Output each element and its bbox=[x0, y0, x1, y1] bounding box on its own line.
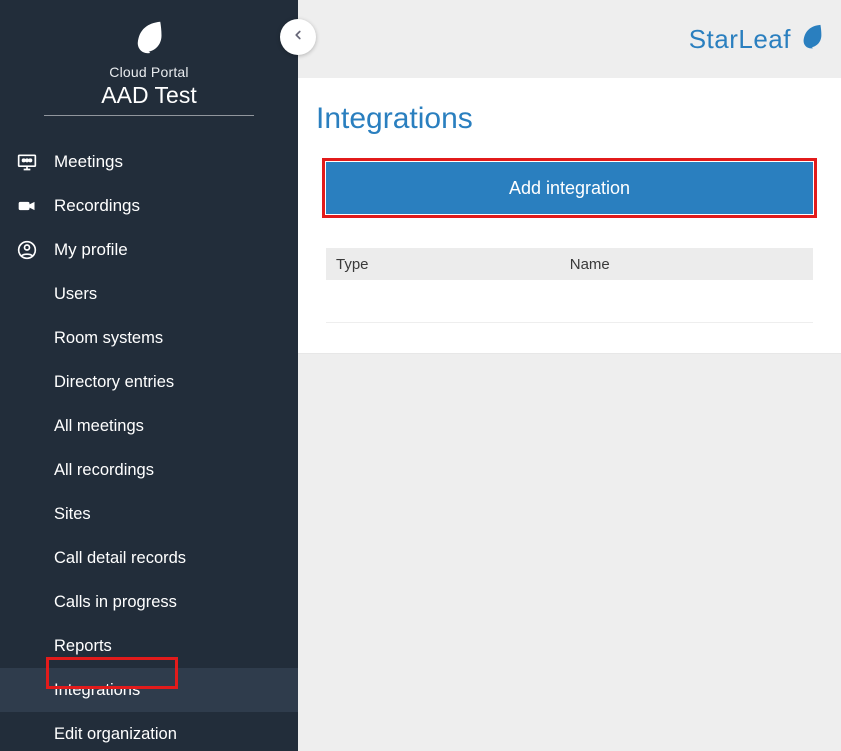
add-integration-wrap: Add integration bbox=[326, 162, 813, 214]
sidebar-item-label: Call detail records bbox=[54, 549, 186, 568]
sidebar-item-directory-entries[interactable]: Directory entries bbox=[0, 360, 298, 404]
page-title: Integrations bbox=[298, 102, 841, 136]
sidebar-item-label: Directory entries bbox=[54, 373, 174, 392]
sidebar-item-meetings[interactable]: Meetings bbox=[0, 140, 298, 184]
sidebar-item-label: My profile bbox=[54, 240, 128, 260]
sidebar-item-label: Room systems bbox=[54, 329, 163, 348]
sidebar-item-label: Users bbox=[54, 285, 97, 304]
top-bar: StarLeaf bbox=[298, 0, 841, 78]
sidebar-item-all-recordings[interactable]: All recordings bbox=[0, 448, 298, 492]
sidebar-item-edit-organization[interactable]: Edit organization bbox=[0, 712, 298, 751]
sidebar-item-all-meetings[interactable]: All meetings bbox=[0, 404, 298, 448]
sidebar-item-recordings[interactable]: Recordings bbox=[0, 184, 298, 228]
sidebar-item-calls-in-progress[interactable]: Calls in progress bbox=[0, 580, 298, 624]
sidebar-header: Cloud Portal AAD Test bbox=[0, 0, 298, 140]
sidebar-item-my-profile[interactable]: My profile bbox=[0, 228, 298, 272]
sidebar-item-label: Recordings bbox=[54, 196, 140, 216]
sidebar-item-label: Sites bbox=[54, 505, 91, 524]
chevron-left-icon bbox=[291, 28, 305, 47]
sidebar-item-label: All meetings bbox=[54, 417, 144, 436]
sidebar-collapse-button[interactable] bbox=[280, 19, 316, 55]
sidebar-item-label: Integrations bbox=[54, 681, 140, 700]
monitor-icon bbox=[16, 151, 38, 173]
sidebar-item-label: Calls in progress bbox=[54, 593, 177, 612]
sidebar-item-label: Reports bbox=[54, 637, 112, 656]
profile-icon bbox=[16, 239, 38, 261]
sidebar-item-sites[interactable]: Sites bbox=[0, 492, 298, 536]
org-name-divider bbox=[44, 115, 254, 116]
sidebar-item-reports[interactable]: Reports bbox=[0, 624, 298, 668]
organization-name: AAD Test bbox=[0, 82, 298, 115]
column-header-name[interactable]: Name bbox=[560, 248, 813, 280]
starleaf-leaf-logo-icon bbox=[0, 18, 298, 58]
sidebar-item-label: Meetings bbox=[54, 152, 123, 172]
brand-name: StarLeaf bbox=[689, 24, 791, 55]
column-header-type[interactable]: Type bbox=[326, 248, 560, 280]
sidebar-item-label: Edit organization bbox=[54, 725, 177, 744]
table-row-empty bbox=[326, 280, 813, 322]
portal-label: Cloud Portal bbox=[0, 64, 298, 80]
sidebar-item-label: All recordings bbox=[54, 461, 154, 480]
integrations-table: Type Name bbox=[326, 248, 813, 323]
add-integration-button[interactable]: Add integration bbox=[326, 162, 813, 214]
main-area: StarLeaf Integrations Add integration Ty… bbox=[298, 0, 841, 751]
sidebar-item-users[interactable]: Users bbox=[0, 272, 298, 316]
brand-logo[interactable]: StarLeaf bbox=[689, 22, 827, 57]
sidebar-item-room-systems[interactable]: Room systems bbox=[0, 316, 298, 360]
sidebar-item-integrations[interactable]: Integrations bbox=[0, 668, 298, 712]
integrations-table-body bbox=[326, 280, 813, 322]
sidebar: Cloud Portal AAD Test Meetings Recording… bbox=[0, 0, 298, 751]
sidebar-nav: Meetings Recordings My profile Users Roo… bbox=[0, 140, 298, 751]
sidebar-item-call-detail-records[interactable]: Call detail records bbox=[0, 536, 298, 580]
video-camera-icon bbox=[16, 195, 38, 217]
integrations-card: Integrations Add integration Type Name bbox=[298, 78, 841, 354]
starleaf-leaf-icon bbox=[797, 22, 827, 57]
